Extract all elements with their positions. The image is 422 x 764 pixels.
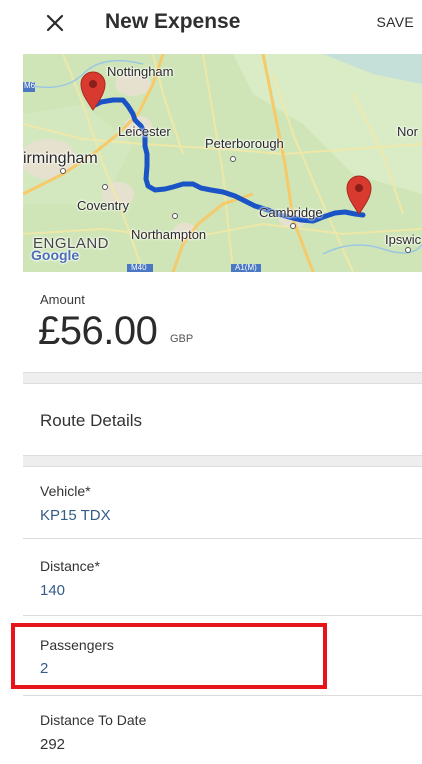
distance-label: Distance* [40, 558, 100, 574]
amount-value[interactable]: £56.00 [38, 309, 158, 354]
amount-label: Amount [40, 292, 85, 307]
distance-field[interactable]: 140 [40, 582, 65, 599]
save-button[interactable]: SAVE [376, 14, 414, 30]
map-label-northampton: Northampton [131, 227, 207, 242]
distance-to-date-label: Distance To Date [40, 712, 147, 728]
divider [23, 695, 422, 696]
route-details-button[interactable]: Route Details [40, 411, 142, 431]
map-label-coventry: Coventry [77, 198, 130, 213]
close-icon [46, 14, 64, 32]
map-label-leicester: Leicester [118, 124, 171, 139]
section-separator [23, 455, 422, 467]
road-label-m6: M6 [24, 81, 36, 90]
new-expense-screen: New Expense SAVE Nottingham Leicester Pe… [0, 0, 422, 764]
page-title: New Expense [105, 10, 241, 33]
route-map[interactable]: Nottingham Leicester Peterborough irming… [23, 54, 422, 272]
google-logo: Google [31, 247, 80, 263]
map-label-norwich: Nor [397, 124, 418, 139]
distance-to-date-value: 292 [40, 736, 66, 753]
divider [23, 538, 422, 539]
passengers-highlight-box [11, 623, 327, 689]
map-label-peterborough: Peterborough [205, 136, 284, 151]
close-button[interactable] [40, 8, 70, 38]
section-separator [23, 372, 422, 384]
vehicle-field[interactable]: KP15 TDX [40, 507, 111, 524]
divider [23, 615, 422, 616]
app-header: New Expense SAVE [0, 0, 422, 46]
road-label-m40: M40 [131, 263, 147, 272]
map-label-cambridge: Cambridge [259, 205, 323, 220]
map-label-nottingham: Nottingham [107, 64, 174, 79]
amount-currency: GBP [170, 333, 194, 345]
map-label-ipswich: Ipswic [385, 232, 422, 247]
vehicle-label: Vehicle* [40, 483, 91, 499]
road-label-a1m: A1(M) [235, 263, 257, 272]
map-label-birmingham: irmingham [23, 150, 98, 167]
